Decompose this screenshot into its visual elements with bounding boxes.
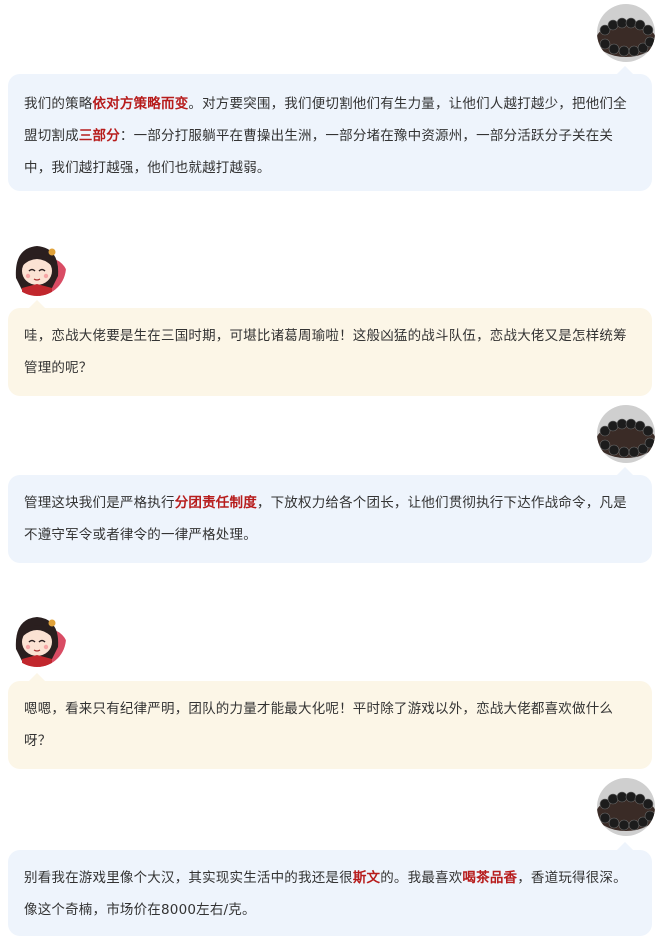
message-text: 哇，恋战大佬要是生在三国时期，可堪比诸葛周瑜啦！这般凶猛的战斗队伍，恋战大佬又是…: [24, 328, 627, 376]
bubble-pointer: [28, 300, 46, 309]
avatar-interviewee: [597, 778, 655, 836]
message-bubble: 别看我在游戏里像个大汉，其实现实生活中的我还是很斯文的。我最喜欢喝茶品香，香道玩…: [8, 842, 652, 936]
bubble-pointer: [616, 66, 634, 75]
message-text: 嗯嗯，看来只有纪律严明，团队的力量才能最大化呢！平时除了游戏以外，恋战大佬都喜欢…: [24, 701, 614, 749]
avatar-interviewee: [597, 405, 655, 463]
avatar-interviewee: [597, 4, 655, 62]
message-text: 别看我在游戏里像个大汉，其实现实生活中的我还是很斯文的。我最喜欢喝茶品香，香道玩…: [24, 870, 627, 918]
bubble-pointer: [616, 842, 634, 851]
avatar-host: [8, 238, 66, 296]
message-text: 我们的策略依对方策略而变。对方要突围，我们便切割他们有生力量，让他们人越打越少，…: [24, 96, 627, 176]
bubble-pointer: [616, 467, 634, 476]
message-bubble: 嗯嗯，看来只有纪律严明，团队的力量才能最大化呢！平时除了游戏以外，恋战大佬都喜欢…: [8, 673, 652, 769]
message-text: 管理这块我们是严格执行分团责任制度，下放权力给各个团长，让他们贯彻执行下达作战命…: [24, 495, 627, 543]
message-bubble: 哇，恋战大佬要是生在三国时期，可堪比诸葛周瑜啦！这般凶猛的战斗队伍，恋战大佬又是…: [8, 300, 652, 396]
avatar-host: [8, 609, 66, 667]
message-bubble: 管理这块我们是严格执行分团责任制度，下放权力给各个团长，让他们贯彻执行下达作战命…: [8, 467, 652, 563]
message-bubble: 我们的策略依对方策略而变。对方要突围，我们便切割他们有生力量，让他们人越打越少，…: [8, 66, 652, 191]
bubble-pointer: [28, 673, 46, 682]
